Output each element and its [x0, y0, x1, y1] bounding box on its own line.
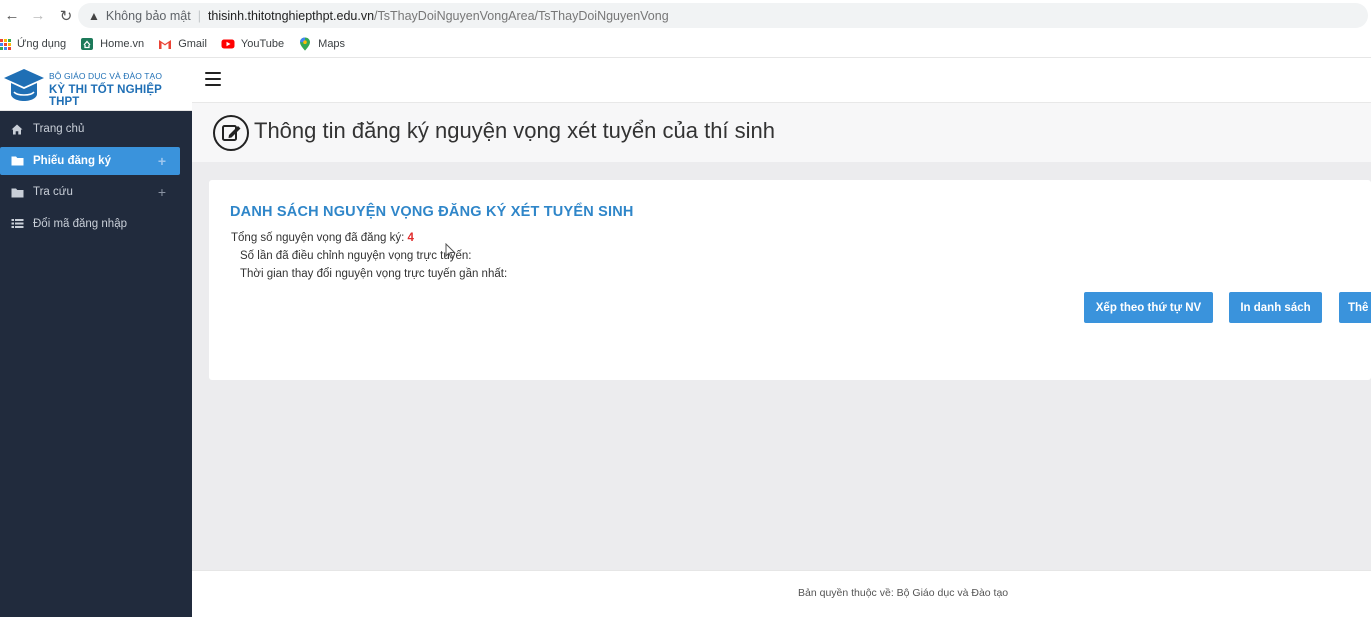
sidebar: BỘ GIÁO DỤC VÀ ĐÀO TẠO KỲ THI TỐT NGHIỆP…: [0, 58, 192, 617]
bookmarks-bar: Ứng dụng Home.vn Gmail YouTube Maps: [0, 31, 1371, 58]
footer: Bản quyền thuộc về: Bộ Giáo dục và Đào t…: [192, 570, 1371, 614]
security-status: Không bảo mật: [105, 8, 191, 23]
sidebar-item-label: Trang chủ: [33, 123, 85, 135]
top-header: [192, 58, 1371, 103]
edit-form-icon: [213, 115, 249, 151]
total-preferences-value: 4: [407, 232, 414, 244]
card-title: DANH SÁCH NGUYỆN VỌNG ĐĂNG KÝ XÉT TUYỂN …: [230, 204, 634, 220]
print-list-button[interactable]: In danh sách: [1229, 292, 1322, 323]
bookmark-maps[interactable]: Maps: [298, 37, 345, 51]
preferences-card: DANH SÁCH NGUYỆN VỌNG ĐĂNG KÝ XÉT TUYỂN …: [209, 180, 1371, 380]
bookmark-label: YouTube: [240, 38, 285, 50]
main-content: Thông tin đăng ký nguyện vọng xét tuyển …: [192, 103, 1371, 570]
url-path: /TsThayDoiNguyenVongArea/TsThayDoiNguyen…: [374, 8, 669, 23]
homevn-icon: [80, 37, 94, 51]
youtube-icon: [221, 37, 235, 51]
page-title: Thông tin đăng ký nguyện vọng xét tuyển …: [254, 118, 776, 143]
home-icon: [10, 122, 24, 136]
sidebar-item-label: Phiếu đăng ký: [33, 154, 111, 167]
list-icon: [10, 217, 24, 231]
reload-icon[interactable]: ↻: [56, 6, 76, 26]
maps-pin-icon: [298, 37, 312, 51]
expand-plus-icon[interactable]: +: [158, 153, 166, 169]
folder-icon: [10, 154, 24, 168]
sidebar-item-change-login-code[interactable]: Đổi mã đăng nhập: [0, 210, 192, 238]
bookmark-gmail[interactable]: Gmail: [158, 37, 207, 51]
graduation-cap-logo-icon: [4, 69, 44, 101]
folder-icon: [10, 185, 24, 199]
hamburger-menu-icon[interactable]: [205, 72, 221, 87]
sidebar-item-registration[interactable]: Phiếu đăng ký +: [0, 146, 180, 175]
total-preferences-label: Tổng số nguyện vọng đã đăng ký:: [231, 232, 405, 244]
mouse-cursor-icon: [445, 243, 455, 259]
expand-plus-icon[interactable]: +: [158, 184, 166, 200]
page-header: Thông tin đăng ký nguyện vọng xét tuyển …: [192, 103, 1371, 162]
edit-count-label: Số lần đã điều chỉnh nguyện vọng trực tu…: [240, 250, 472, 262]
page-root: ← → ↻ ▲ Không bảo mật | thisinh.thitotng…: [0, 0, 1371, 617]
bookmark-apps[interactable]: Ứng dụng: [0, 38, 66, 50]
last-change-label: Thời gian thay đổi nguyện vọng trực tuyế…: [240, 268, 508, 280]
url-separator: |: [197, 8, 201, 23]
copyright-text: Bản quyền thuộc về: Bộ Giáo dục và Đào t…: [798, 587, 1009, 599]
sidebar-item-label: Tra cứu: [33, 186, 73, 198]
brand-header[interactable]: BỘ GIÁO DỤC VÀ ĐÀO TẠO KỲ THI TỐT NGHIỆP…: [0, 58, 192, 111]
sidebar-menu: Trang chủ Phiếu đăng ký + Tra cứu + Đổi …: [0, 115, 192, 241]
forward-arrow-icon[interactable]: →: [28, 6, 48, 26]
add-button[interactable]: Thê: [1339, 292, 1371, 323]
total-preferences-line: Tổng số nguyện vọng đã đăng ký: 4: [231, 232, 414, 244]
bookmark-label: Maps: [318, 38, 346, 50]
bookmark-homevn[interactable]: Home.vn: [80, 37, 144, 51]
gmail-icon: [158, 37, 172, 51]
bookmark-label: Home.vn: [100, 38, 145, 50]
warning-triangle-icon: ▲: [88, 8, 100, 23]
apps-grid-icon: [0, 38, 11, 50]
sidebar-item-lookup[interactable]: Tra cứu +: [0, 178, 192, 206]
bookmark-youtube[interactable]: YouTube: [221, 37, 284, 51]
sidebar-item-home[interactable]: Trang chủ: [0, 115, 192, 143]
brand-exam-text: KỲ THI TỐT NGHIỆP THPT: [49, 84, 162, 108]
url-field[interactable]: ▲ Không bảo mật | thisinh.thitotnghiepth…: [78, 3, 1368, 28]
sidebar-item-label: Đổi mã đăng nhập: [33, 217, 127, 230]
browser-address-bar: ← → ↻ ▲ Không bảo mật | thisinh.thitotng…: [0, 0, 1371, 31]
sort-by-order-button[interactable]: Xếp theo thứ tự NV: [1084, 292, 1213, 323]
bookmark-label: Gmail: [178, 38, 207, 50]
bookmark-label: Ứng dụng: [17, 38, 67, 50]
brand-ministry-text: BỘ GIÁO DỤC VÀ ĐÀO TẠO: [49, 71, 163, 81]
url-host: thisinh.thitotnghiepthpt.edu.vn: [207, 8, 375, 23]
back-arrow-icon[interactable]: ←: [2, 6, 22, 26]
